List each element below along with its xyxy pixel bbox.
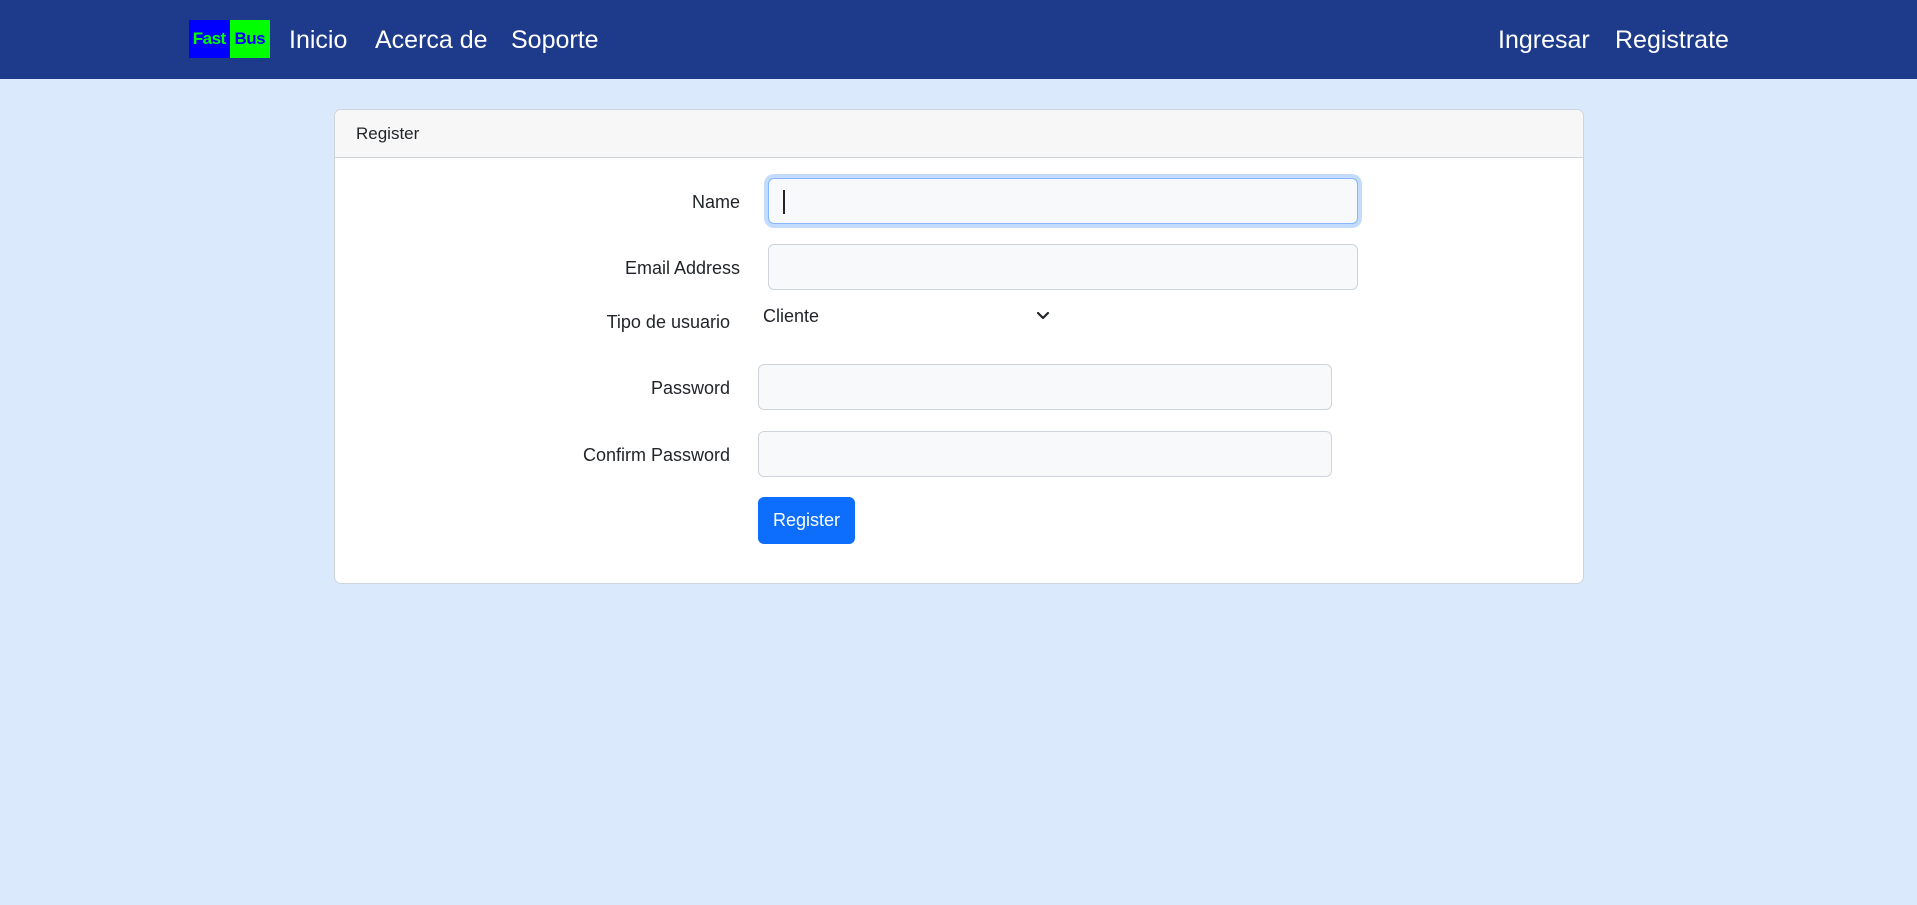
tipo-usuario-select[interactable]: Cliente [763,302,1053,330]
tipo-usuario-value: Cliente [763,306,820,326]
chevron-down-icon [1033,302,1053,330]
card-header: Register [335,110,1583,158]
nav-link-registrate[interactable]: Registrate [1615,24,1729,56]
name-label: Name [691,192,740,212]
confirm-password-input[interactable] [758,431,1332,477]
password-input[interactable] [758,364,1332,410]
password-label: Password [650,378,730,398]
register-card: Register Name Email Address Tipo de usua… [334,109,1584,584]
tipo-usuario-label: Tipo de usuario [606,312,730,332]
top-navbar: Fast Bus Inicio Acerca de Soporte Ingres… [0,0,1917,79]
nav-link-inicio[interactable]: Inicio [289,24,347,56]
card-header-title: Register [356,124,420,143]
logo-fast-text: Fast [189,20,230,58]
text-cursor [783,190,785,214]
fastbus-logo[interactable]: Fast Bus [189,20,270,58]
confirm-password-label: Confirm Password [582,445,730,465]
name-input[interactable] [768,178,1358,224]
register-button[interactable]: Register [758,497,855,544]
logo-bus-text: Bus [229,20,270,58]
nav-link-acerca-de[interactable]: Acerca de [375,24,488,56]
email-label: Email Address [624,258,740,278]
email-input[interactable] [768,244,1358,290]
nav-link-ingresar[interactable]: Ingresar [1498,24,1590,56]
nav-link-soporte[interactable]: Soporte [511,24,599,56]
